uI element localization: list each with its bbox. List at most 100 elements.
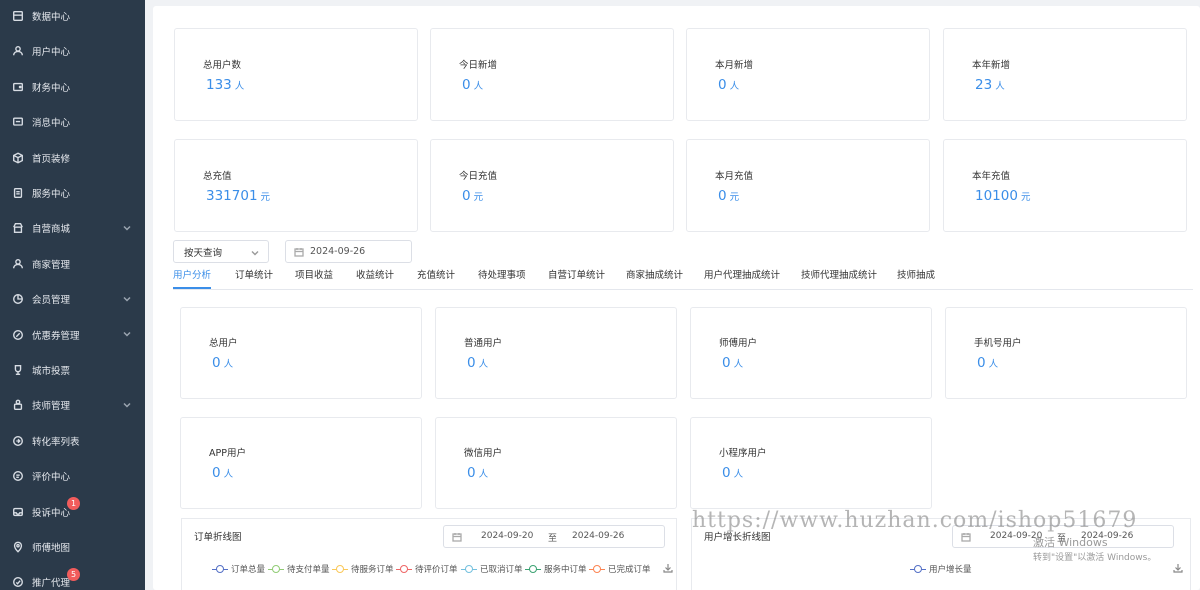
user-icon bbox=[11, 44, 25, 58]
legend-marker-icon bbox=[461, 565, 477, 573]
user-type-label: 微信用户 bbox=[464, 448, 503, 459]
user-stat-label: 总用户数 bbox=[203, 60, 242, 71]
sidebar-item[interactable]: 推广代理 5 bbox=[0, 565, 145, 590]
tab-item[interactable]: 商家抽成统计 bbox=[626, 266, 683, 289]
sidebar-item[interactable]: 服务中心 bbox=[0, 176, 145, 211]
legend-marker-icon bbox=[268, 565, 284, 573]
shop-icon bbox=[11, 221, 25, 235]
user-stat-unit: 人 bbox=[729, 81, 740, 92]
sidebar-item[interactable]: 转化率列表 bbox=[0, 423, 145, 458]
user-stat-card: 今日新增 0 人 bbox=[430, 28, 674, 121]
map-pin-icon bbox=[11, 540, 25, 554]
recharge-stat-unit: 元 bbox=[260, 192, 271, 203]
query-mode-select[interactable]: 按天查询 bbox=[173, 240, 269, 263]
tab-item[interactable]: 技师抽成 bbox=[897, 266, 935, 289]
legend-item[interactable]: 已取消订单 bbox=[461, 563, 523, 575]
tab-item[interactable]: 订单统计 bbox=[235, 266, 273, 289]
user-type-card: 总用户 0 人 bbox=[180, 307, 422, 399]
legend-label: 待支付单量 bbox=[287, 565, 330, 575]
recharge-stat-label: 今日充值 bbox=[459, 171, 498, 182]
sidebar-item[interactable]: 投诉中心 1 bbox=[0, 494, 145, 529]
recharge-stat-unit: 元 bbox=[1020, 192, 1031, 203]
tab-item[interactable]: 收益统计 bbox=[356, 266, 394, 289]
member-icon bbox=[11, 292, 25, 306]
recharge-stat-card: 今日充值 0 元 bbox=[430, 139, 674, 232]
user-stat-value: 0人 bbox=[462, 77, 484, 93]
sidebar-item[interactable]: 财务中心 bbox=[0, 69, 145, 104]
chevron-down-icon bbox=[251, 249, 259, 257]
user-stat-unit: 人 bbox=[995, 81, 1005, 92]
sidebar-item[interactable]: 会员管理 bbox=[0, 282, 145, 317]
windows-activation-title: 激活 Windows bbox=[1033, 536, 1108, 549]
user-type-card: 微信用户 0 人 bbox=[435, 417, 677, 509]
chevron-down-icon bbox=[123, 330, 131, 338]
sidebar-item[interactable]: 数据中心 bbox=[0, 0, 145, 34]
cube-icon bbox=[11, 151, 25, 165]
legend-label: 订单总量 bbox=[231, 565, 266, 575]
legend-label: 已取消订单 bbox=[480, 565, 523, 575]
user-stat-card: 本月新增 0 人 bbox=[686, 28, 930, 121]
user-stat-label: 本月新增 bbox=[715, 60, 754, 71]
sidebar-item[interactable]: 首页装修 bbox=[0, 140, 145, 175]
user-type-value: 0人 bbox=[212, 465, 234, 481]
sidebar-item[interactable]: 用户中心 bbox=[0, 34, 145, 69]
sidebar-item-label: 师傅地图 bbox=[32, 543, 71, 554]
user-type-unit: 人 bbox=[733, 469, 744, 480]
order-range-separator: 至 bbox=[548, 534, 558, 544]
user-stat-value: 133 人 bbox=[206, 77, 245, 93]
sidebar-item[interactable]: 自营商城 bbox=[0, 211, 145, 246]
legend-item[interactable]: 已完成订单 bbox=[589, 563, 651, 575]
calendar-icon bbox=[452, 532, 462, 542]
clipboard-icon bbox=[11, 186, 25, 200]
query-mode-value: 按天查询 bbox=[184, 247, 223, 259]
download-icon[interactable] bbox=[663, 562, 673, 573]
user-type-unit: 人 bbox=[733, 359, 744, 370]
legend-marker-icon bbox=[589, 565, 605, 573]
tab-item[interactable]: 项目收益 bbox=[295, 266, 333, 289]
review-icon bbox=[11, 469, 25, 483]
sidebar-item[interactable]: 优惠券管理 bbox=[0, 317, 145, 352]
sidebar-item[interactable]: 评价中心 bbox=[0, 459, 145, 494]
order-chart-title: 订单折线图 bbox=[194, 532, 242, 543]
legend-item[interactable]: 待评价订单 bbox=[396, 563, 458, 575]
sidebar-item-label: 转化率列表 bbox=[32, 436, 80, 448]
user-chart-title: 用户增长折线图 bbox=[704, 532, 771, 543]
sidebar-item[interactable]: 消息中心 bbox=[0, 105, 145, 140]
chevron-down-icon bbox=[123, 295, 131, 303]
recharge-stat-value: 10100 元 bbox=[975, 188, 1031, 204]
trophy-icon bbox=[11, 363, 25, 377]
legend-marker-icon bbox=[910, 565, 926, 573]
sidebar-item-label: 自营商城 bbox=[32, 224, 71, 236]
user-type-label: 小程序用户 bbox=[719, 448, 767, 459]
legend-item[interactable]: 用户增长量 bbox=[910, 563, 972, 575]
sidebar-item-label: 数据中心 bbox=[32, 12, 71, 23]
legend-label: 待评价订单 bbox=[415, 565, 458, 575]
user-type-card: 小程序用户 0 人 bbox=[690, 417, 932, 509]
user-type-unit: 人 bbox=[223, 359, 234, 370]
date-picker[interactable]: 2024-09-26 bbox=[285, 240, 412, 263]
sidebar-item[interactable]: 商家管理 bbox=[0, 246, 145, 281]
sidebar-item-label: 技师管理 bbox=[32, 401, 71, 413]
legend-label: 服务中订单 bbox=[544, 565, 587, 575]
sidebar-item[interactable]: 师傅地图 bbox=[0, 530, 145, 565]
tab-item[interactable]: 待处理事项 bbox=[478, 266, 526, 289]
tab-item[interactable]: 用户分析 bbox=[173, 266, 212, 289]
legend-item[interactable]: 待支付单量 bbox=[268, 563, 330, 575]
tab-item[interactable]: 用户代理抽成统计 bbox=[704, 266, 780, 289]
legend-item[interactable]: 服务中订单 bbox=[525, 563, 587, 575]
tab-item[interactable]: 自营订单统计 bbox=[548, 266, 605, 289]
sidebar-item[interactable]: 技师管理 bbox=[0, 388, 145, 423]
sidebar-item[interactable]: 城市投票 bbox=[0, 353, 145, 388]
user-type-card: 师傅用户 0 人 bbox=[690, 307, 932, 399]
tabs-underline bbox=[173, 289, 1193, 290]
download-icon[interactable] bbox=[1173, 562, 1183, 573]
legend-item[interactable]: 订单总量 bbox=[212, 563, 265, 575]
legend-item[interactable]: 待服务订单 bbox=[332, 563, 394, 575]
user-stat-unit: 人 bbox=[234, 81, 245, 92]
order-date-range-picker[interactable]: 2024-09-20 至 2024-09-26 bbox=[443, 525, 665, 548]
sidebar-item-label: 财务中心 bbox=[32, 82, 71, 94]
notification-badge: 5 bbox=[67, 567, 80, 581]
tab-item[interactable]: 充值统计 bbox=[417, 266, 455, 289]
tab-item[interactable]: 技师代理抽成统计 bbox=[801, 266, 877, 289]
order-range-end: 2024-09-26 bbox=[572, 531, 625, 541]
